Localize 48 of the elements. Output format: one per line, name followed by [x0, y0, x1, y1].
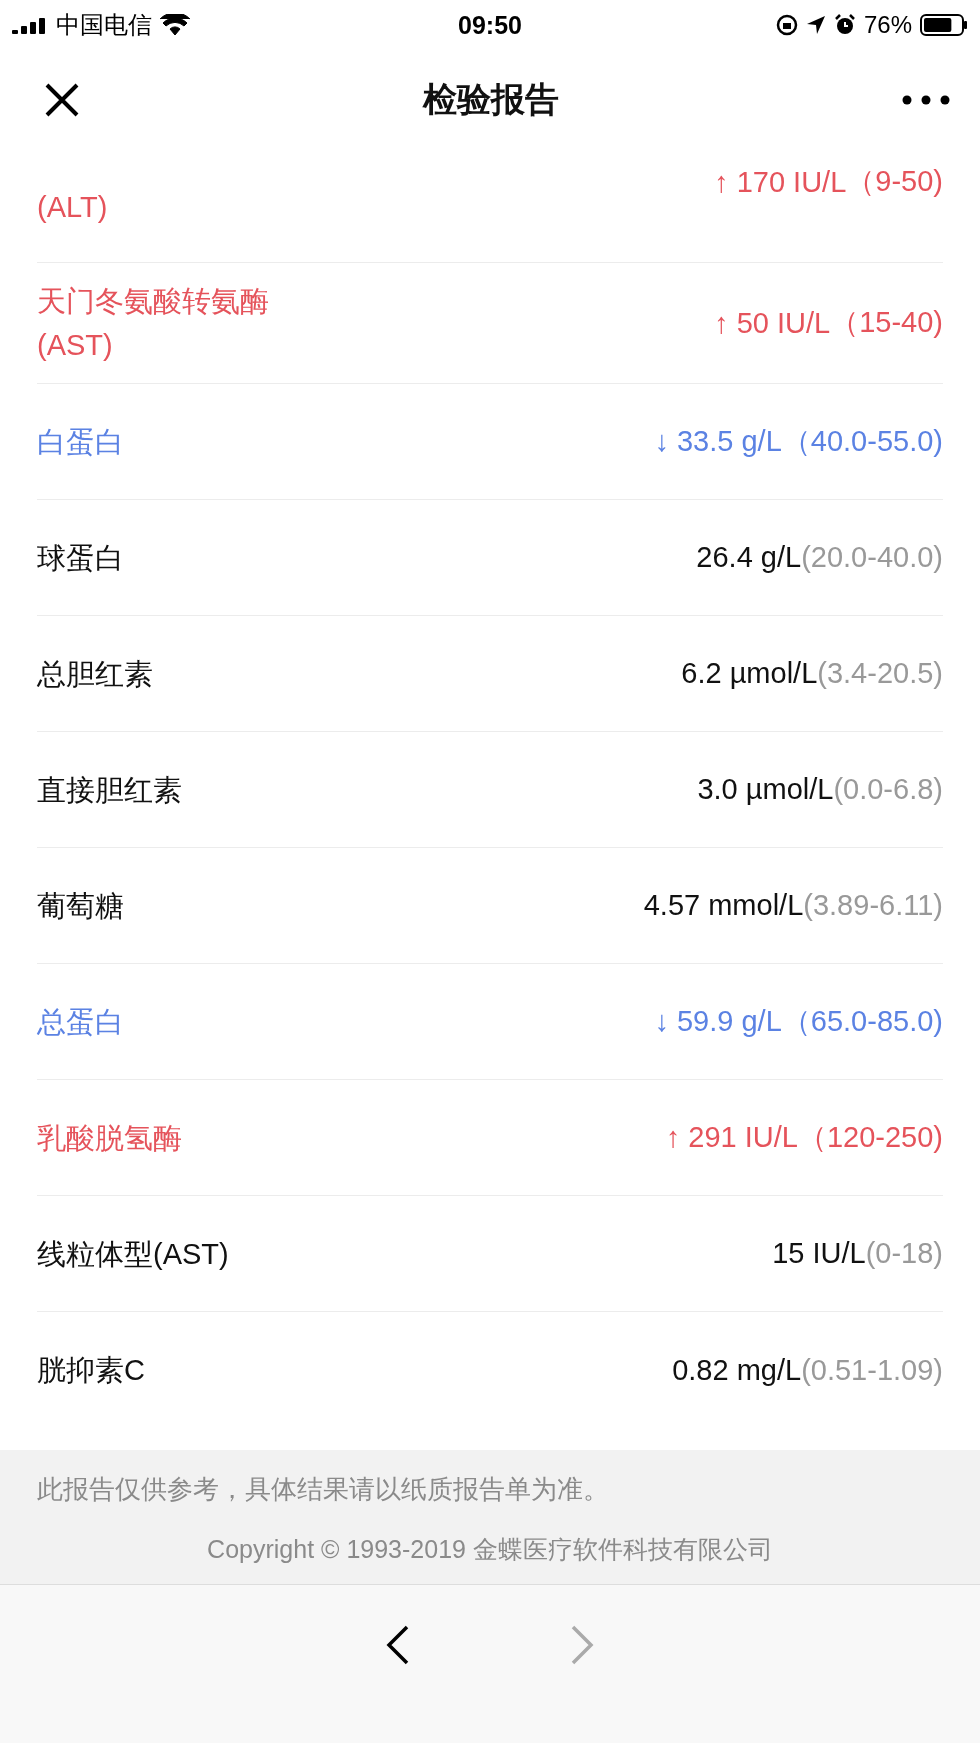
battery-percent: 76% [863, 11, 912, 39]
test-name: (ALT) [37, 190, 108, 225]
test-value: ↓ 59.9 g/L [654, 1005, 782, 1038]
reference-range: （40.0-55.0) [781, 423, 943, 459]
reference-range: (0.51-1.09) [801, 1353, 943, 1387]
alarm-icon [833, 14, 856, 36]
test-value: ↑ 50 IU/L [714, 306, 831, 340]
test-value: ↑ 170 IU/L [714, 165, 847, 199]
copyright-text: Copyright © 1993-2019 金蝶医疗软件科技有限公司 [206, 1534, 774, 1565]
reference-range: (0.0-6.8) [833, 773, 943, 806]
reference-range: （9-50) [846, 164, 943, 199]
test-name: 总胆红素 [37, 656, 153, 692]
test-value: 6.2 µmol/L [681, 657, 818, 690]
test-name: 球蛋白 [37, 540, 124, 576]
reference-range: （120-250) [797, 1119, 943, 1155]
test-name: 线粒体型(AST) [37, 1236, 229, 1272]
reference-range: (0-18) [865, 1237, 943, 1270]
carrier-name: 中国电信 [56, 10, 152, 40]
location-icon [805, 15, 826, 35]
more-button[interactable] [902, 95, 950, 105]
signal-icon [12, 16, 48, 34]
reference-range: （65.0-85.0) [781, 1003, 943, 1039]
test-name: 天门冬氨酸转氨酶 (AST) [37, 284, 269, 363]
page-title: 检验报告 [423, 79, 559, 120]
wifi-icon [160, 14, 190, 36]
reference-range: (3.4-20.5) [817, 657, 943, 690]
test-value: 26.4 g/L [696, 541, 802, 574]
test-name: 白蛋白 [37, 424, 124, 460]
test-name: 胱抑素C [37, 1353, 145, 1388]
test-name: 总蛋白 [37, 1004, 124, 1040]
close-button[interactable] [44, 82, 80, 118]
test-name: 乳酸脱氢酶 [37, 1120, 182, 1156]
back-button[interactable] [386, 1625, 410, 1665]
test-value: 4.57 mmol/L [643, 889, 804, 922]
test-value: ↓ 33.5 g/L [654, 425, 782, 458]
battery-icon [920, 14, 968, 36]
test-name: 葡萄糖 [37, 888, 124, 924]
test-value: 0.82 mg/L [672, 1353, 802, 1387]
clock-time: 09:50 [458, 10, 522, 40]
test-value: 15 IU/L [772, 1237, 866, 1270]
reference-range: (3.89-6.11) [803, 889, 943, 922]
test-value: ↑ 291 IU/L [665, 1121, 798, 1154]
rotation-lock-icon [775, 14, 798, 36]
test-name: 直接胆红素 [37, 772, 182, 808]
reference-range: （15-40) [830, 305, 943, 340]
reference-range: (20.0-40.0) [801, 541, 943, 574]
test-value: 3.0 µmol/L [697, 773, 834, 806]
disclaimer-text: 此报告仅供参考，具体结果请以纸质报告单为准。 [37, 1473, 610, 1506]
